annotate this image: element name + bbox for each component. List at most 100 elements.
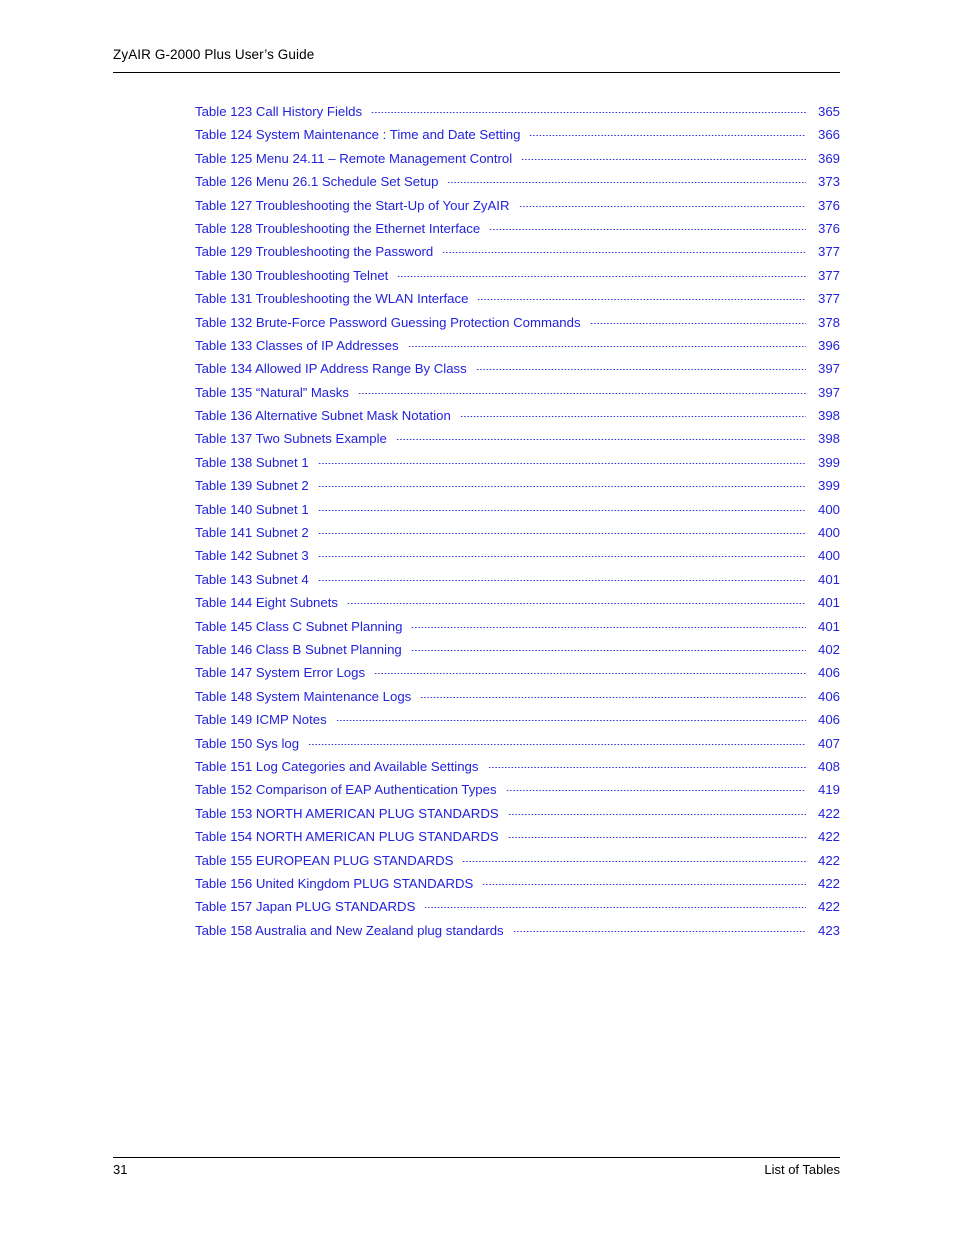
toc-entry[interactable]: Table 140 Subnet 1 400 [195,502,840,525]
toc-entry-page-number: 402 [817,641,840,657]
toc-entry[interactable]: Table 145 Class C Subnet Planning 401 [195,619,840,642]
toc-entry-label: Table 130 Troubleshooting Telnet [195,267,389,283]
toc-entry[interactable]: Table 158 Australia and New Zealand plug… [195,923,840,946]
toc-entry[interactable]: Table 139 Subnet 2 399 [195,478,840,501]
toc-leader-dots [529,135,806,137]
toc-entry[interactable]: Table 154 NORTH AMERICAN PLUG STANDARDS 4… [195,829,840,852]
toc-entry[interactable]: Table 147 System Error Logs 406 [195,665,840,688]
toc-entry[interactable]: Table 136 Alternative Subnet Mask Notati… [195,408,840,431]
toc-leader-dots [317,556,806,558]
toc-entry-page-number: 399 [817,478,840,494]
toc-entry-label: Table 128 Troubleshooting the Ethernet I… [195,220,481,236]
footer-divider [113,1157,840,1158]
toc-leader-dots [459,416,806,418]
toc-entry[interactable]: Table 123 Call History Fields 365 [195,104,840,127]
toc-entry-label: Table 138 Subnet 1 [195,454,309,470]
toc-leader-dots [487,766,807,768]
toc-entry-page-number: 422 [817,852,840,868]
toc-entry-page-number: 422 [817,829,840,845]
toc-leader-dots [507,837,806,839]
toc-leader-dots [462,860,806,862]
toc-entry-label: Table 145 Class C Subnet Planning [195,618,403,634]
toc-leader-dots [521,158,806,160]
toc-leader-dots [317,462,806,464]
toc-entry[interactable]: Table 149 ICMP Notes 406 [195,712,840,735]
toc-leader-dots [346,603,806,605]
toc-entry[interactable]: Table 124 System Maintenance : Time and … [195,127,840,150]
toc-entry-page-number: 376 [817,220,840,236]
toc-entry[interactable]: Table 153 NORTH AMERICAN PLUG STANDARDS 4… [195,806,840,829]
document-page: ZyAIR G-2000 Plus User’s Guide Table 123… [0,0,954,1235]
toc-leader-dots [447,182,806,184]
toc-entry-page-number: 408 [817,758,840,774]
toc-entry-label: Table 142 Subnet 3 [195,548,309,564]
toc-entry-page-number: 377 [817,267,840,283]
toc-entry[interactable]: Table 146 Class B Subnet Planning 402 [195,642,840,665]
list-of-tables: Table 123 Call History Fields 365 Table 12… [195,104,840,946]
toc-entry-page-number: 373 [817,174,840,190]
toc-entry-label: Table 140 Subnet 1 [195,501,309,517]
toc-leader-dots [518,205,807,207]
toc-entry[interactable]: Table 127 Troubleshooting the Start-Up o… [195,198,840,221]
toc-entry-page-number: 396 [817,337,840,353]
toc-entry-page-number: 401 [817,618,840,634]
toc-entry[interactable]: Table 128 Troubleshooting the Ethernet I… [195,221,840,244]
toc-entry-page-number: 397 [817,361,840,377]
toc-entry[interactable]: Table 142 Subnet 3 400 [195,548,840,571]
toc-entry[interactable]: Table 137 Two Subnets Example 398 [195,431,840,454]
toc-entry-page-number: 406 [817,712,840,728]
toc-entry[interactable]: Table 130 Troubleshooting Telnet 377 [195,268,840,291]
toc-entry-label: Table 150 Sys log [195,735,300,751]
toc-entry-page-number: 397 [817,384,840,400]
toc-entry-page-number: 401 [817,571,840,587]
toc-leader-dots [505,790,806,792]
toc-entry[interactable]: Table 141 Subnet 2 400 [195,525,840,548]
footer-section-label: List of Tables [764,1162,840,1177]
toc-entry[interactable]: Table 126 Menu 26.1 Schedule Set Setup 37… [195,174,840,197]
toc-entry-page-number: 377 [817,291,840,307]
toc-entry-label: Table 157 Japan PLUG STANDARDS [195,899,416,915]
toc-entry[interactable]: Table 131 Troubleshooting the WLAN Inter… [195,291,840,314]
toc-entry[interactable]: Table 132 Brute-Force Password Guessing … [195,315,840,338]
toc-leader-dots [317,509,806,511]
toc-entry-label: Table 147 System Error Logs [195,665,366,681]
page-footer: 31 List of Tables [113,1162,840,1177]
toc-entry[interactable]: Table 148 System Maintenance Logs 406 [195,689,840,712]
toc-entry-page-number: 422 [817,805,840,821]
toc-entry[interactable]: Table 155 EUROPEAN PLUG STANDARDS 422 [195,853,840,876]
toc-entry[interactable]: Table 135 “Natural” Masks 397 [195,385,840,408]
toc-leader-dots [512,930,806,932]
toc-entry[interactable]: Table 134 Allowed IP Address Range By Cl… [195,361,840,384]
toc-entry[interactable]: Table 138 Subnet 1 399 [195,455,840,478]
toc-entry[interactable]: Table 133 Classes of IP Addresses 396 [195,338,840,361]
toc-entry[interactable]: Table 157 Japan PLUG STANDARDS 422 [195,899,840,922]
toc-entry-label: Table 143 Subnet 4 [195,571,309,587]
document-title: ZyAIR G-2000 Plus User’s Guide [113,47,315,62]
toc-leader-dots [308,743,806,745]
toc-entry[interactable]: Table 129 Troubleshooting the Password 37… [195,244,840,267]
toc-leader-dots [489,228,806,230]
toc-entry[interactable]: Table 125 Menu 24.11 – Remote Management… [195,151,840,174]
toc-entry[interactable]: Table 151 Log Categories and Available S… [195,759,840,782]
toc-entry-page-number: 400 [817,548,840,564]
toc-entry-page-number: 377 [817,244,840,260]
toc-entry[interactable]: Table 152 Comparison of EAP Authenticati… [195,782,840,805]
toc-entry[interactable]: Table 144 Eight Subnets 401 [195,595,840,618]
toc-entry-label: Table 156 United Kingdom PLUG STANDARDS [195,875,474,891]
toc-leader-dots [335,720,806,722]
toc-entry-page-number: 401 [817,595,840,611]
toc-entry-label: Table 155 EUROPEAN PLUG STANDARDS [195,852,454,868]
toc-entry-label: Table 158 Australia and New Zealand plug… [195,922,504,938]
toc-leader-dots [407,345,806,347]
toc-leader-dots [477,299,806,301]
toc-entry-page-number: 365 [817,104,840,119]
toc-entry[interactable]: Table 143 Subnet 4 401 [195,572,840,595]
toc-entry-page-number: 406 [817,665,840,681]
toc-leader-dots [442,252,806,254]
toc-entry-label: Table 135 “Natural” Masks [195,384,349,400]
toc-entry-label: Table 132 Brute-Force Password Guessing … [195,314,581,330]
toc-entry[interactable]: Table 156 United Kingdom PLUG STANDARDS 4… [195,876,840,899]
header-divider [113,72,840,73]
toc-leader-dots [317,533,806,535]
toc-entry[interactable]: Table 150 Sys log 407 [195,736,840,759]
